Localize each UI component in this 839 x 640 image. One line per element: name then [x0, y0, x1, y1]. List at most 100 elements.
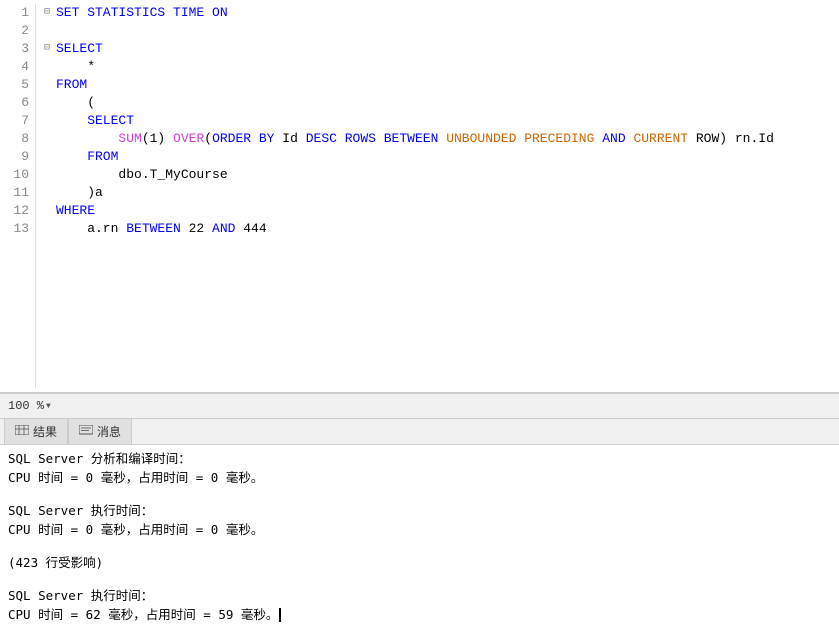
fold-spacer-6: [44, 94, 56, 112]
line-number-7: 7: [6, 112, 29, 130]
result-line-0: SQL Server 分析和编译时间：: [8, 449, 831, 468]
result-text-9: CPU 时间 = 62 毫秒，占用时间 = 59 毫秒。: [8, 605, 278, 624]
fold-spacer-11: [44, 184, 56, 202]
code-token: SET STATISTICS TIME ON: [56, 4, 228, 22]
code-line-9: FROM: [44, 148, 831, 166]
code-token: SELECT: [56, 112, 134, 130]
code-token: (: [56, 94, 95, 112]
code-token: FROM: [56, 148, 118, 166]
code-container: 12345678910111213 ⊟SET STATISTICS TIME O…: [0, 0, 839, 392]
code-token: [438, 130, 446, 148]
code-token: *: [56, 58, 95, 76]
fold-spacer-12: [44, 202, 56, 220]
line-numbers: 12345678910111213: [0, 4, 36, 388]
result-line-1: CPU 时间 = 0 毫秒，占用时间 = 0 毫秒。: [8, 468, 831, 487]
tab-label-1: 消息: [97, 423, 121, 440]
code-line-2: [44, 22, 831, 40]
results-content: SQL Server 分析和编译时间： CPU 时间 = 0 毫秒，占用时间 =…: [0, 445, 839, 640]
tab-label-0: 结果: [33, 423, 57, 440]
code-token: Id: [275, 130, 306, 148]
code-line-13: a.rn BETWEEN 22 AND 444: [44, 220, 831, 238]
fold-spacer-4: [44, 58, 56, 76]
tab-结果[interactable]: 结果: [4, 418, 68, 444]
code-token: 444: [235, 220, 266, 238]
table-icon: [15, 425, 29, 439]
code-line-5: FROM: [44, 76, 831, 94]
line-number-13: 13: [6, 220, 29, 238]
code-token: WHERE: [56, 202, 95, 220]
fold-icon-3[interactable]: ⊟: [44, 40, 56, 58]
zoom-dropdown[interactable]: 100 % ▼: [8, 399, 51, 413]
result-line-2: [8, 487, 831, 501]
code-token: BETWEEN: [126, 220, 181, 238]
line-number-5: 5: [6, 76, 29, 94]
code-line-8: SUM(1) OVER(ORDER BY Id DESC ROWS BETWEE…: [44, 130, 831, 148]
message-icon: [79, 425, 93, 439]
result-line-6: (423 行受影响): [8, 553, 831, 572]
line-number-8: 8: [6, 130, 29, 148]
result-line-5: [8, 539, 831, 553]
code-token: DESC: [306, 130, 337, 148]
results-panel: SQL Server 分析和编译时间： CPU 时间 = 0 毫秒，占用时间 =…: [0, 445, 839, 640]
code-token: [626, 130, 634, 148]
tabs-area: 结果 消息: [0, 419, 839, 445]
code-token: 22: [181, 220, 212, 238]
line-number-2: 2: [6, 22, 29, 40]
code-line-4: *: [44, 58, 831, 76]
result-line-7: [8, 572, 831, 586]
code-token: ORDER BY: [212, 130, 274, 148]
line-number-11: 11: [6, 184, 29, 202]
result-line-9: CPU 时间 = 62 毫秒，占用时间 = 59 毫秒。: [8, 605, 831, 624]
zoom-value: 100 %: [8, 399, 44, 413]
code-line-12: WHERE: [44, 202, 831, 220]
code-token: (: [204, 130, 212, 148]
fold-spacer-9: [44, 148, 56, 166]
result-line-4: CPU 时间 = 0 毫秒，占用时间 = 0 毫秒。: [8, 520, 831, 539]
result-line-8: SQL Server 执行时间：: [8, 586, 831, 605]
tab-消息[interactable]: 消息: [68, 418, 132, 444]
code-token: a.rn: [56, 220, 126, 238]
code-token: AND: [602, 130, 625, 148]
code-token: [594, 130, 602, 148]
code-token: dbo.T_MyCourse: [56, 166, 228, 184]
fold-spacer-10: [44, 166, 56, 184]
code-token: )a: [56, 184, 103, 202]
code-line-7: SELECT: [44, 112, 831, 130]
zoom-dropdown-arrow: ▼: [46, 402, 51, 411]
line-number-3: 3: [6, 40, 29, 58]
fold-spacer-8: [44, 130, 56, 148]
line-number-1: 1: [6, 4, 29, 22]
code-token: ROWS BETWEEN: [345, 130, 439, 148]
line-number-12: 12: [6, 202, 29, 220]
code-line-10: dbo.T_MyCourse: [44, 166, 831, 184]
fold-icon-1[interactable]: ⊟: [44, 4, 56, 22]
code-token: OVER: [173, 130, 204, 148]
code-line-11: )a: [44, 184, 831, 202]
line-number-9: 9: [6, 148, 29, 166]
code-token: SELECT: [56, 40, 103, 58]
code-token: (1): [142, 130, 173, 148]
zoom-bar: 100 % ▼: [0, 393, 839, 419]
fold-spacer-2: [44, 22, 56, 40]
fold-spacer-7: [44, 112, 56, 130]
code-token: SUM: [118, 130, 141, 148]
code-line-1: ⊟SET STATISTICS TIME ON: [44, 4, 831, 22]
code-lines[interactable]: ⊟SET STATISTICS TIME ON ⊟SELECT * FROM (…: [36, 4, 839, 388]
code-token: [56, 130, 118, 148]
code-token: CURRENT: [633, 130, 688, 148]
fold-spacer-13: [44, 220, 56, 238]
result-line-3: SQL Server 执行时间：: [8, 501, 831, 520]
line-number-6: 6: [6, 94, 29, 112]
editor-area: 12345678910111213 ⊟SET STATISTICS TIME O…: [0, 0, 839, 393]
line-number-10: 10: [6, 166, 29, 184]
line-number-4: 4: [6, 58, 29, 76]
fold-spacer-5: [44, 76, 56, 94]
code-token: [337, 130, 345, 148]
code-token: UNBOUNDED PRECEDING: [446, 130, 594, 148]
code-token: FROM: [56, 76, 87, 94]
table-svg: [15, 425, 29, 435]
code-line-6: (: [44, 94, 831, 112]
message-svg: [79, 425, 93, 435]
code-token: ROW) rn.Id: [688, 130, 774, 148]
code-line-3: ⊟SELECT: [44, 40, 831, 58]
